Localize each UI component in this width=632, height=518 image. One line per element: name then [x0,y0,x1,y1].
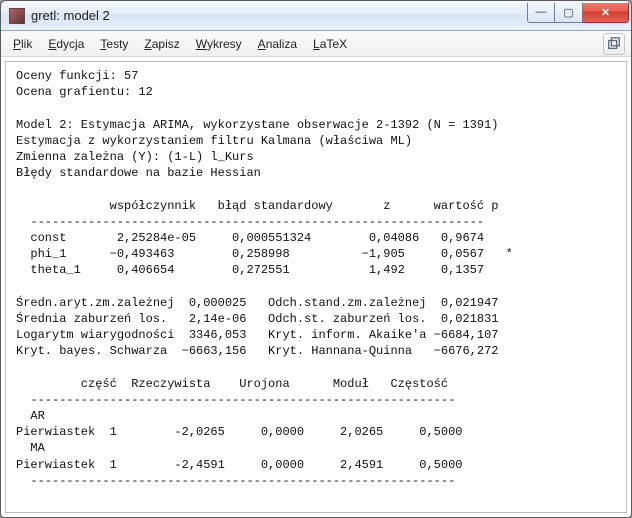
output-line: const 2,25284e-05 0,000551324 0,04086 0,… [16,231,491,245]
menu-latex-rest: aTeX [320,37,347,51]
output-line: Ocena grafientu: 12 [16,85,153,99]
titlebar[interactable]: gretl: model 2 — ▢ ✕ [1,1,631,31]
output-line: ----------------------------------------… [16,474,455,488]
output-line: część Rzeczywista Urojona Moduł Częstość [16,377,448,391]
output-line: Kryt. bayes. Schwarza −6663,156 Kryt. Ha… [16,344,498,358]
output-line: Oceny funkcji: 57 [16,69,138,83]
menu-plik[interactable]: Plik [5,34,40,54]
output-line: ----------------------------------------… [16,215,484,229]
output-line: Pierwiastek 1 -2,0265 0,0000 2,0265 0,50… [16,425,462,439]
output-line: Średn.aryt.zm.zależnej 0,000025 Odch.sta… [16,296,498,310]
menu-analiza[interactable]: Analiza [250,34,305,54]
close-icon: ✕ [601,6,610,19]
minimize-button[interactable]: — [527,3,555,23]
output-pane[interactable]: Oceny funkcji: 57 Ocena grafientu: 12 Mo… [5,61,627,513]
output-line: Estymacja z wykorzystaniem filtru Kalman… [16,134,412,148]
output-line: Zmienna zależna (Y): (1-L) l_Kurs [16,150,254,164]
menu-zapisz-rest: apisz [152,37,180,51]
menu-testy[interactable]: Testy [92,34,136,54]
menubar: Plik Edycja Testy Zapisz Wykresy Analiza… [1,31,631,57]
output-line: phi_1 −0,493463 0,258998 −1,905 0,0567 * [16,247,513,261]
window-tool-button[interactable] [603,33,625,55]
maximize-button[interactable]: ▢ [555,3,583,23]
output-line: ----------------------------------------… [16,393,455,407]
output-line: Średnia zaburzeń los. 2,14e-06 Odch.st. … [16,312,498,326]
window-controls: — ▢ ✕ [527,3,629,23]
close-button[interactable]: ✕ [583,3,629,23]
app-icon [9,8,25,24]
menu-analiza-rest: naliza [266,37,297,51]
window-title: gretl: model 2 [31,8,527,23]
output-line: Logarytm wiarygodności 3346,053 Kryt. in… [16,328,498,342]
menu-edycja-rest: dycja [56,37,84,51]
menu-wykresy-rest: ykresy [207,37,242,51]
output-line: Model 2: Estymacja ARIMA, wykorzystane o… [16,118,498,132]
output-line: AR [16,409,45,423]
maximize-icon: ▢ [563,6,573,19]
output-line: Pierwiastek 1 -2,4591 0,0000 2,4591 0,50… [16,458,462,472]
menu-latex[interactable]: LaTeX [305,34,355,54]
menu-edycja[interactable]: Edycja [40,34,92,54]
output-line: theta_1 0,406654 0,272551 1,492 0,1357 [16,263,491,277]
menu-zapisz[interactable]: Zapisz [136,34,187,54]
menu-wykresy[interactable]: Wykresy [188,34,250,54]
windows-icon [607,37,621,51]
minimize-icon: — [536,6,547,18]
menu-plik-rest: lik [21,37,32,51]
output-line: MA [16,441,45,455]
output-line: współczynnik błąd standardowy z wartość … [16,199,498,213]
menu-testy-rest: esty [106,37,128,51]
output-line: Błędy standardowe na bazie Hessian [16,166,261,180]
app-window: gretl: model 2 — ▢ ✕ Plik Edycja Testy Z… [0,0,632,518]
